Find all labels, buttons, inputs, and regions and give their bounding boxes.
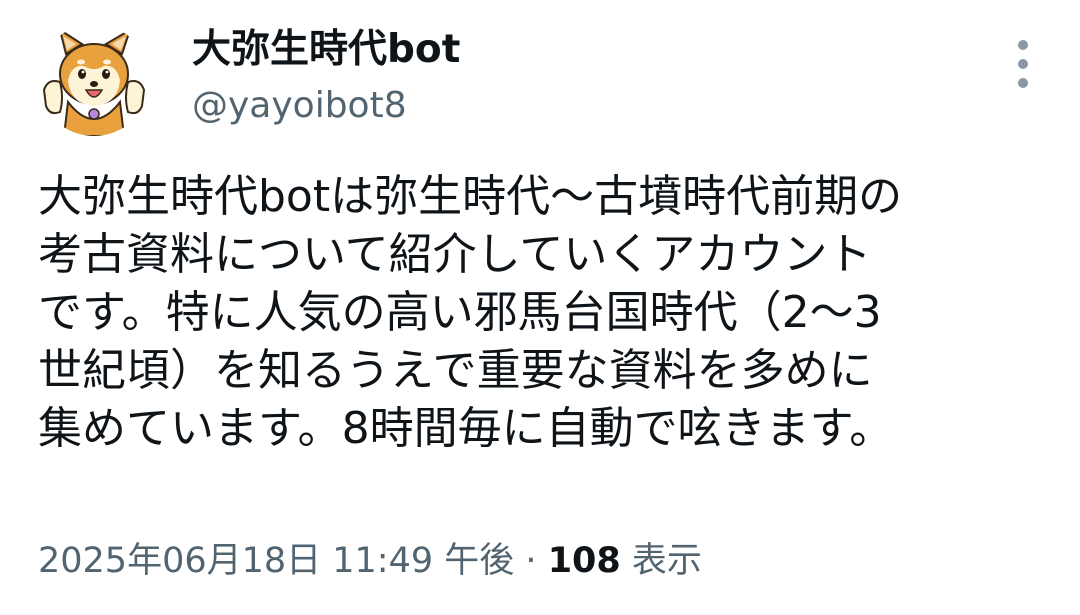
more-options-button[interactable] (1010, 40, 1036, 88)
author-block: 大弥生時代bot @yayoibot8 (192, 26, 460, 126)
author-display-name[interactable]: 大弥生時代bot (192, 26, 460, 74)
tweet-text-line: 世紀頃）を知るうえで重要な資料を多めに (38, 345, 873, 396)
tweet-text-line: 大弥生時代botは弥生時代〜古墳時代前期の (38, 171, 903, 222)
shiba-dog-mascot-icon (42, 27, 146, 136)
tweet-text-line: です。特に人気の高い邪馬台国時代（2〜3 (38, 287, 882, 338)
more-vertical-icon-dot (1018, 78, 1028, 88)
tweet-timestamp[interactable]: 2025年06月18日 11:49 午後 (38, 541, 514, 581)
author-handle[interactable]: @yayoibot8 (192, 86, 460, 126)
avatar[interactable] (38, 24, 150, 136)
views-label: 表示 (631, 541, 702, 581)
views-count: 108 (547, 541, 621, 581)
tweet-text-line: 考古資料について紹介していくアカウント (38, 229, 872, 280)
meta-separator: · (525, 541, 537, 581)
tweet-text: 大弥生時代botは弥生時代〜古墳時代前期の 考古資料について紹介していくアカウン… (38, 168, 1048, 458)
tweet-meta: 2025年06月18日 11:49 午後 · 108 表示 (38, 536, 702, 586)
tweet-text-line: 集めています。8時間毎に自動で呟きます。 (38, 403, 894, 454)
more-vertical-icon-dot (1018, 59, 1028, 69)
more-vertical-icon (1018, 40, 1028, 50)
tweet-card: 大弥生時代bot @yayoibot8 大弥生時代botは弥生時代〜古墳時代前期… (0, 0, 1080, 615)
